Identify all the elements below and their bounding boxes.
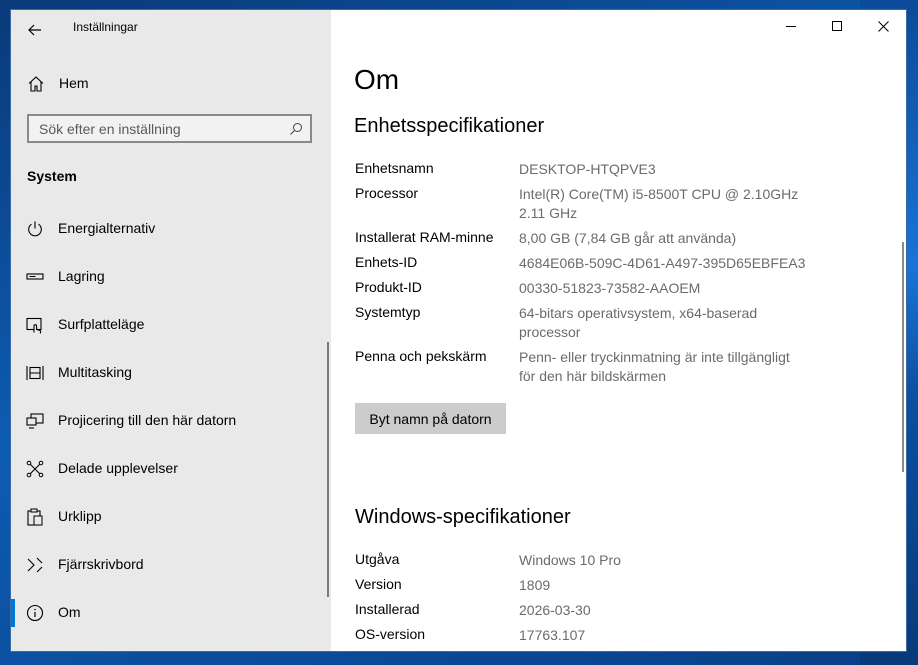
home-label: Hem <box>59 75 89 91</box>
maximize-icon <box>832 21 842 31</box>
spec-label: Enhets-ID <box>355 254 418 270</box>
sidebar-item-label: Delade upplevelser <box>58 460 178 476</box>
rename-pc-button[interactable]: Byt namn på datorn <box>355 403 506 434</box>
projecting-icon <box>26 412 44 430</box>
sidebar-item-projicering[interactable]: Projicering till den här datorn <box>11 397 327 445</box>
spec-value: 4684E06B-509C-4D61-A497-395D65EBFEA3 <box>519 255 806 271</box>
search-input[interactable]: Sök efter en inställning <box>27 114 312 143</box>
sidebar-item-label: Om <box>58 604 81 620</box>
spec-label: Utgåva <box>355 551 400 567</box>
clipboard-icon <box>26 508 44 526</box>
spec-value: 00330-51823-73582-AAOEM <box>519 280 701 296</box>
spec-label: Version <box>355 576 402 592</box>
active-indicator <box>11 599 15 627</box>
spec-value: 8,00 GB (7,84 GB går att använda) <box>519 230 737 246</box>
section-heading-system: System <box>27 168 77 184</box>
sidebar-item-fjarrskrivbord[interactable]: Fjärrskrivbord <box>11 541 327 589</box>
remote-desktop-icon <box>26 556 44 574</box>
sidebar-item-label: Urklipp <box>58 508 102 524</box>
page-title: Om <box>354 64 400 95</box>
sidebar-item-om[interactable]: Om <box>11 589 327 637</box>
spec-value: 2026-03-30 <box>519 602 591 618</box>
sidebar-item-lagring[interactable]: Lagring <box>11 253 327 301</box>
sidebar-item-home[interactable]: Hem <box>11 66 331 100</box>
maximize-button[interactable] <box>814 10 860 42</box>
spec-label: Enhetsnamn <box>355 160 434 176</box>
home-icon <box>27 75 45 93</box>
app-title: Inställningar <box>73 20 138 34</box>
sidebar-item-multitasking[interactable]: Multitasking <box>11 349 327 397</box>
sidebar-scrollbar[interactable] <box>327 342 329 597</box>
close-button[interactable] <box>860 10 906 42</box>
sidebar-item-label: Projicering till den här datorn <box>58 412 237 428</box>
back-button[interactable] <box>19 14 51 46</box>
spec-value: 17763.107 <box>519 627 586 643</box>
sidebar-item-label: Energialternativ <box>58 220 156 236</box>
settings-window: Inställningar Hem Sök efter en inställni… <box>11 10 906 651</box>
tablet-mode-icon <box>26 316 44 334</box>
multitasking-icon <box>26 364 44 382</box>
spec-value: Windows 10 Pro <box>519 552 621 568</box>
content-scrollbar[interactable] <box>902 242 904 472</box>
shared-experiences-icon <box>26 460 44 478</box>
spec-label: Processor <box>355 185 419 201</box>
info-icon <box>26 604 44 622</box>
sidebar-item-energialternativ[interactable]: Energialternativ <box>11 205 327 253</box>
back-arrow-icon <box>28 24 41 36</box>
sidebar-item-urklipp[interactable]: Urklipp <box>11 493 327 541</box>
sidebar-item-label: Lagring <box>58 268 105 284</box>
sidebar-item-delade-upplevelser[interactable]: Delade upplevelser <box>11 445 327 493</box>
device-specs-heading: Enhetsspecifikationer <box>354 115 545 137</box>
power-icon <box>26 220 44 238</box>
window-controls <box>768 10 906 42</box>
sidebar-item-label: Surfplatteläge <box>58 316 145 332</box>
main-content: Om Enhetsspecifikationer Enhetsnamn DESK… <box>331 10 906 651</box>
sidebar-nav: Energialternativ Lagring Surfplatteläge … <box>11 205 331 637</box>
sidebar: Inställningar Hem Sök efter en inställni… <box>11 10 331 651</box>
spec-label: Produkt-ID <box>355 279 422 295</box>
spec-label: Installerat RAM-minne <box>355 229 494 245</box>
spec-value: Penn- eller tryckinmatning är inte tillg… <box>519 349 790 384</box>
search-icon <box>289 122 303 136</box>
spec-value: 64-bitars operativsystem, x64-baserad pr… <box>519 305 758 340</box>
minimize-icon <box>786 26 796 27</box>
spec-value: Intel(R) Core(TM) i5-8500T CPU @ 2.10GHz… <box>519 186 799 221</box>
windows-specs-heading: Windows-specifikationer <box>355 506 571 528</box>
spec-label: Installerad <box>355 601 420 617</box>
minimize-button[interactable] <box>768 10 814 42</box>
storage-icon <box>26 268 44 286</box>
spec-label: Systemtyp <box>355 304 421 320</box>
spec-value: 1809 <box>519 577 551 593</box>
sidebar-item-label: Fjärrskrivbord <box>58 556 144 572</box>
spec-label: Penna och pekskärm <box>355 348 487 364</box>
spec-value: DESKTOP-HTQPVE3 <box>519 161 656 177</box>
spec-label: OS-version <box>355 626 426 642</box>
sidebar-item-label: Multitasking <box>58 364 132 380</box>
close-icon <box>877 20 889 32</box>
sidebar-item-surfplattelage[interactable]: Surfplatteläge <box>11 301 327 349</box>
search-placeholder: Sök efter en inställning <box>39 121 181 137</box>
